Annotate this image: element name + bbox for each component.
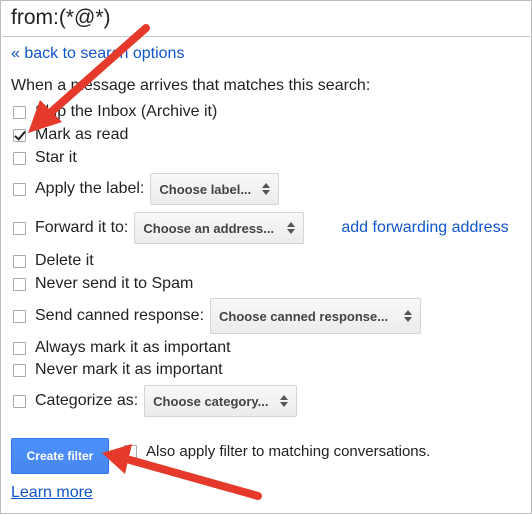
option-forward-to[interactable]: Forward it to: Choose an address... add …	[13, 212, 513, 244]
option-mark-as-read[interactable]: Mark as read	[13, 126, 128, 144]
canned-response-dropdown[interactable]: Choose canned response...	[210, 298, 422, 334]
updown-arrows-icon	[280, 395, 289, 407]
search-query[interactable]: from:(*@*)	[11, 6, 110, 30]
option-categorize[interactable]: Categorize as: Choose category...	[13, 385, 298, 417]
forward-to-label: Forward it to:	[35, 219, 129, 236]
option-never-spam[interactable]: Never send it to Spam	[13, 275, 193, 293]
create-filter-button[interactable]: Create filter	[11, 438, 109, 474]
back-to-search-options-link[interactable]: « back to search options	[11, 45, 184, 63]
forward-dropdown-value: Choose an address...	[143, 220, 275, 236]
updown-arrows-icon	[262, 183, 271, 195]
filter-intro-text: When a message arrives that matches this…	[11, 77, 371, 94]
search-header: from:(*@*)	[2, 2, 530, 37]
canned-dropdown-value: Choose canned response...	[219, 308, 389, 324]
always-important-label: Always mark it as important	[35, 339, 231, 356]
categorize-label: Categorize as:	[35, 392, 139, 409]
updown-arrows-icon	[287, 222, 296, 234]
canned-response-checkbox[interactable]	[13, 309, 26, 323]
label-dropdown[interactable]: Choose label...	[150, 173, 280, 205]
option-skip-inbox[interactable]: Skip the Inbox (Archive it)	[13, 103, 217, 121]
delete-it-label: Delete it	[35, 252, 94, 269]
canned-response-label: Send canned response:	[35, 307, 205, 324]
mark-as-read-checkbox[interactable]	[13, 128, 26, 142]
option-canned-response[interactable]: Send canned response: Choose canned resp…	[13, 298, 422, 334]
skip-inbox-checkbox[interactable]	[13, 105, 26, 119]
also-apply-label: Also apply filter to matching conversati…	[146, 443, 431, 460]
updown-arrows-icon	[404, 310, 413, 322]
never-important-label: Never mark it as important	[35, 361, 223, 378]
categorize-checkbox[interactable]	[13, 394, 26, 408]
mark-as-read-label: Mark as read	[35, 126, 129, 143]
also-apply-checkbox[interactable]	[124, 445, 137, 458]
skip-inbox-label: Skip the Inbox (Archive it)	[35, 103, 218, 120]
always-important-checkbox[interactable]	[13, 341, 26, 355]
option-star-it[interactable]: Star it	[13, 149, 77, 167]
option-always-important[interactable]: Always mark it as important	[13, 339, 231, 357]
never-important-checkbox[interactable]	[13, 363, 26, 377]
also-apply-option[interactable]: Also apply filter to matching conversati…	[124, 443, 430, 460]
never-spam-label: Never send it to Spam	[35, 275, 194, 292]
option-apply-label[interactable]: Apply the label: Choose label...	[13, 173, 280, 205]
category-dropdown-value: Choose category...	[153, 393, 269, 409]
add-forwarding-address-link[interactable]: add forwarding address	[341, 219, 508, 237]
category-dropdown[interactable]: Choose category...	[144, 385, 298, 417]
option-never-important[interactable]: Never mark it as important	[13, 361, 223, 379]
label-dropdown-value: Choose label...	[159, 181, 252, 197]
never-spam-checkbox[interactable]	[13, 277, 26, 291]
star-it-checkbox[interactable]	[13, 151, 26, 165]
learn-more-link[interactable]: Learn more	[11, 484, 93, 502]
forward-to-checkbox[interactable]	[13, 221, 26, 235]
forward-address-dropdown[interactable]: Choose an address...	[134, 212, 305, 244]
star-it-label: Star it	[35, 149, 77, 166]
delete-it-checkbox[interactable]	[13, 254, 26, 268]
option-delete-it[interactable]: Delete it	[13, 252, 94, 270]
apply-label-label: Apply the label:	[35, 180, 145, 197]
apply-label-checkbox[interactable]	[13, 182, 26, 196]
